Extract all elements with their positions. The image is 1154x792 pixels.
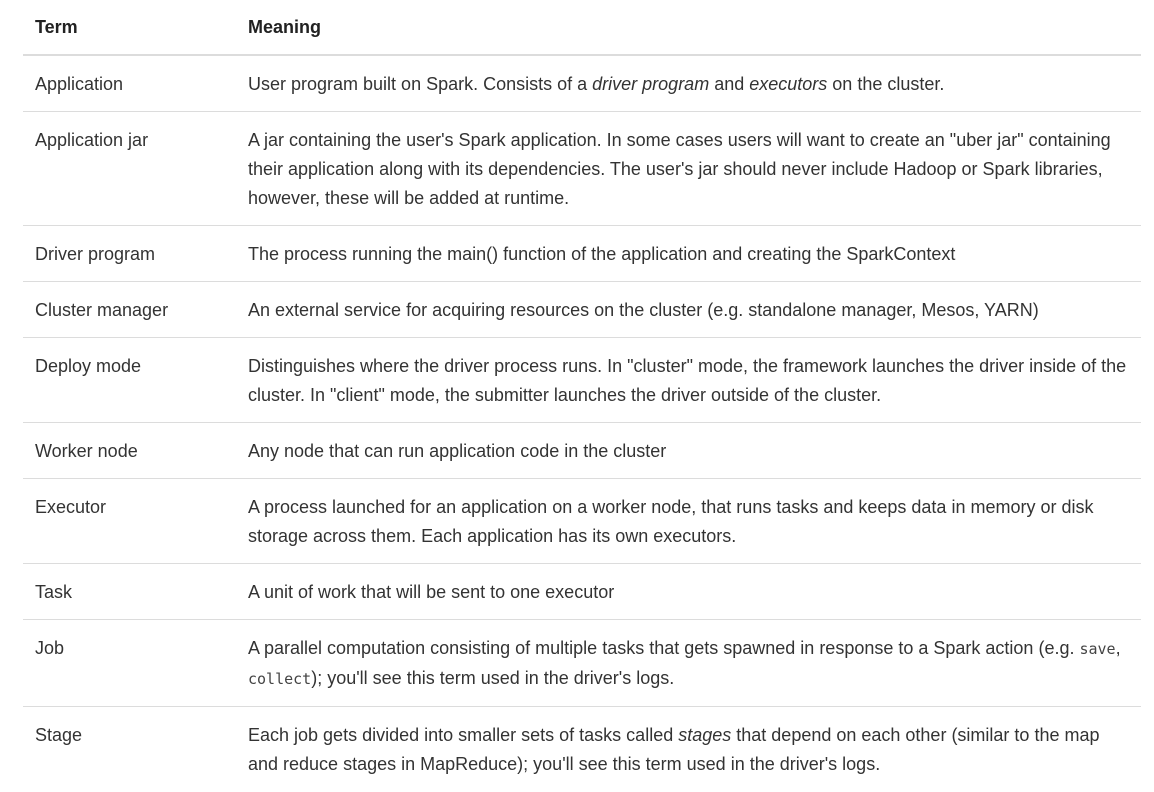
- term-cell: Driver program: [23, 225, 236, 282]
- meaning-text: A jar containing the user's Spark applic…: [248, 130, 1111, 208]
- term-cell: Executor: [23, 478, 236, 564]
- table-row: Cluster manager An external service for a…: [23, 281, 1141, 338]
- term-cell: Worker node: [23, 422, 236, 479]
- term-cell: Application: [23, 55, 236, 112]
- term-cell: Stage: [35, 725, 83, 745]
- table-header: Term Meaning: [23, 0, 1141, 56]
- table-row: Application jar A jar containing the user…: [23, 111, 1141, 226]
- meaning-column-header: Meaning: [236, 0, 1141, 56]
- term-cell: Job: [23, 619, 236, 707]
- emphasized-text: stages: [678, 725, 732, 745]
- emphasized-text: driver program: [592, 74, 710, 94]
- meaning-cell: Any node that can run application code i…: [236, 422, 1141, 479]
- meaning-text: Any node that can run application code i…: [248, 441, 667, 461]
- meaning-cell: User program built on Spark. Consists of…: [236, 55, 1141, 112]
- inline-code: collect: [248, 670, 312, 688]
- table-body: Application User program built on Spark. …: [23, 55, 1141, 791]
- table-row: Executor A process launched for an applic…: [23, 478, 1141, 564]
- meaning-text: A unit of work that will be sent to one …: [248, 582, 615, 602]
- meaning-text: and: [709, 74, 750, 94]
- meaning-cell: A process launched for an application on…: [236, 478, 1141, 564]
- term-cell: Task: [23, 563, 236, 620]
- inline-code: save: [1079, 640, 1116, 658]
- meaning-cell: Distinguishes where the driver process r…: [236, 337, 1141, 423]
- meaning-text: Distinguishes where the driver process r…: [248, 356, 1127, 405]
- term-cell: Deploy mode: [23, 337, 236, 423]
- header-row: Term Meaning: [23, 0, 1141, 56]
- meaning-text: A process launched for an application on…: [248, 497, 1094, 546]
- meaning-text: An external service for acquiring resour…: [248, 300, 1039, 320]
- meaning-cell: A parallel computation consisting of mul…: [236, 619, 1141, 707]
- meaning-text: A parallel computation consisting of mul…: [248, 638, 1080, 658]
- meaning-cell: A jar containing the user's Spark applic…: [236, 111, 1141, 226]
- table-row: Stage Each job gets divided into smaller …: [23, 707, 1141, 792]
- meaning-text: ); you'll see this term used in the driv…: [311, 668, 675, 688]
- meaning-cell: Each job gets divided into smaller sets …: [236, 707, 1141, 792]
- meaning-text: The process running the main() function …: [248, 244, 956, 264]
- table-row: Task A unit of work that will be sent to …: [23, 563, 1141, 620]
- emphasized-text: executors: [749, 74, 828, 94]
- table-row: Application User program built on Spark. …: [23, 55, 1141, 112]
- meaning-text: on the cluster.: [827, 74, 945, 94]
- meaning-text: ,: [1115, 638, 1121, 658]
- term-cell: Cluster manager: [23, 281, 236, 338]
- table-row: Driver program The process running the ma…: [23, 225, 1141, 282]
- meaning-text: User program built on Spark. Consists of…: [248, 74, 593, 94]
- table-row: Job A parallel computation consisting of …: [23, 619, 1141, 707]
- meaning-cell: A unit of work that will be sent to one …: [236, 563, 1141, 620]
- meaning-cell: The process running the main() function …: [236, 225, 1141, 282]
- table-row: Deploy mode Distinguishes where the drive…: [23, 337, 1141, 423]
- meaning-cell: An external service for acquiring resour…: [236, 281, 1141, 338]
- glossary-table: Term Meaning Application User program bui…: [23, 0, 1141, 791]
- term-column-header: Term: [23, 0, 236, 56]
- meaning-text: Each job gets divided into smaller sets …: [248, 725, 679, 745]
- term-cell: Application jar: [23, 111, 236, 226]
- table-row: Worker node Any node that can run applica…: [23, 422, 1141, 479]
